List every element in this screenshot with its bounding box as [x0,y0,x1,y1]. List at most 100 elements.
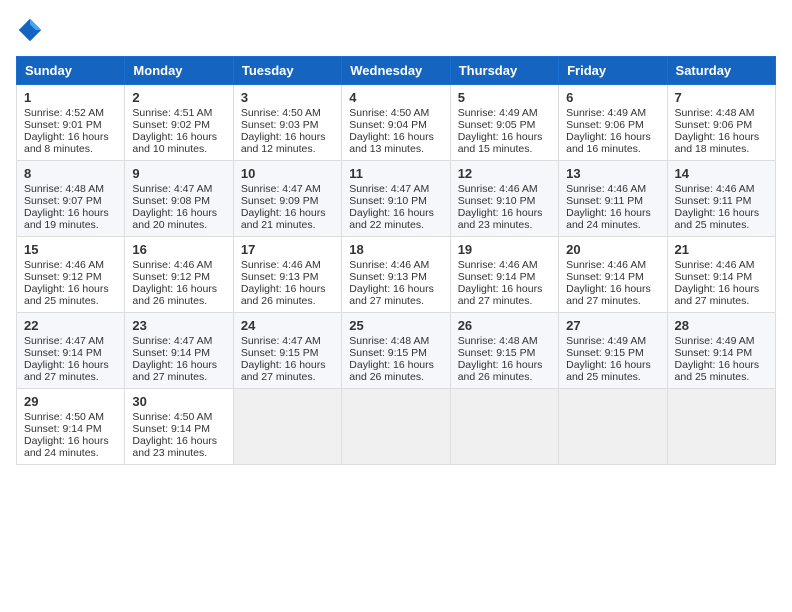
calendar-cell [450,389,558,465]
sunrise-label: Sunrise: 4:47 AM [241,183,321,195]
sunset-label: Sunset: 9:14 PM [132,423,210,435]
calendar-cell: 4Sunrise: 4:50 AMSunset: 9:04 PMDaylight… [342,85,450,161]
daylight-label: Daylight: 16 hours and 20 minutes. [132,207,217,231]
sunset-label: Sunset: 9:14 PM [458,271,536,283]
sunrise-label: Sunrise: 4:47 AM [24,335,104,347]
sunrise-label: Sunrise: 4:47 AM [241,335,321,347]
day-number: 13 [566,166,659,181]
daylight-label: Daylight: 16 hours and 15 minutes. [458,131,543,155]
day-number: 27 [566,318,659,333]
daylight-label: Daylight: 16 hours and 16 minutes. [566,131,651,155]
sunset-label: Sunset: 9:11 PM [566,195,643,207]
daylight-label: Daylight: 16 hours and 13 minutes. [349,131,434,155]
calendar-cell: 11Sunrise: 4:47 AMSunset: 9:10 PMDayligh… [342,161,450,237]
sunrise-label: Sunrise: 4:47 AM [132,335,212,347]
sunset-label: Sunset: 9:12 PM [132,271,210,283]
daylight-label: Daylight: 16 hours and 25 minutes. [675,359,760,383]
calendar-cell: 10Sunrise: 4:47 AMSunset: 9:09 PMDayligh… [233,161,341,237]
sunrise-label: Sunrise: 4:46 AM [24,259,104,271]
sunrise-label: Sunrise: 4:49 AM [566,107,646,119]
day-number: 14 [675,166,768,181]
calendar-cell: 27Sunrise: 4:49 AMSunset: 9:15 PMDayligh… [559,313,667,389]
calendar-cell: 1Sunrise: 4:52 AMSunset: 9:01 PMDaylight… [17,85,125,161]
day-number: 10 [241,166,334,181]
sunset-label: Sunset: 9:05 PM [458,119,536,131]
day-header-tuesday: Tuesday [233,57,341,85]
sunrise-label: Sunrise: 4:46 AM [675,259,755,271]
day-number: 7 [675,90,768,105]
calendar-cell: 25Sunrise: 4:48 AMSunset: 9:15 PMDayligh… [342,313,450,389]
calendar-cell: 9 Sunrise: 4:47 AMSunset: 9:08 PMDaylight… [125,161,233,237]
calendar-table: SundayMondayTuesdayWednesdayThursdayFrid… [16,56,776,465]
day-header-wednesday: Wednesday [342,57,450,85]
sunrise-label: Sunrise: 4:46 AM [458,259,538,271]
sunset-label: Sunset: 9:08 PM [132,195,210,207]
daylight-label: Daylight: 16 hours and 26 minutes. [132,283,217,307]
day-number: 28 [675,318,768,333]
calendar-cell: 29Sunrise: 4:50 AMSunset: 9:14 PMDayligh… [17,389,125,465]
sunset-label: Sunset: 9:09 PM [241,195,319,207]
daylight-label: Daylight: 16 hours and 27 minutes. [458,283,543,307]
daylight-label: Daylight: 16 hours and 8 minutes. [24,131,109,155]
sunrise-label: Sunrise: 4:48 AM [458,335,538,347]
sunset-label: Sunset: 9:14 PM [24,423,102,435]
daylight-label: Daylight: 16 hours and 27 minutes. [675,283,760,307]
calendar-cell: 22Sunrise: 4:47 AMSunset: 9:14 PMDayligh… [17,313,125,389]
day-number: 9 [132,166,225,181]
header-row: SundayMondayTuesdayWednesdayThursdayFrid… [17,57,776,85]
daylight-label: Daylight: 16 hours and 23 minutes. [458,207,543,231]
calendar-week-4: 22Sunrise: 4:47 AMSunset: 9:14 PMDayligh… [17,313,776,389]
calendar-cell [233,389,341,465]
calendar-cell: 16 Sunrise: 4:46 AMSunset: 9:12 PMDayligh… [125,237,233,313]
day-number: 5 [458,90,551,105]
daylight-label: Daylight: 16 hours and 19 minutes. [24,207,109,231]
calendar-cell: 18Sunrise: 4:46 AMSunset: 9:13 PMDayligh… [342,237,450,313]
sunset-label: Sunset: 9:02 PM [132,119,210,131]
daylight-label: Daylight: 16 hours and 25 minutes. [675,207,760,231]
sunrise-label: Sunrise: 4:50 AM [132,411,212,423]
calendar-cell: 14Sunrise: 4:46 AMSunset: 9:11 PMDayligh… [667,161,775,237]
calendar-cell: 6 Sunrise: 4:49 AMSunset: 9:06 PMDaylight… [559,85,667,161]
day-number: 8 [24,166,117,181]
day-number: 16 [132,242,225,257]
daylight-label: Daylight: 16 hours and 18 minutes. [675,131,760,155]
calendar-cell: 7Sunrise: 4:48 AMSunset: 9:06 PMDaylight… [667,85,775,161]
daylight-label: Daylight: 16 hours and 27 minutes. [349,283,434,307]
daylight-label: Daylight: 16 hours and 27 minutes. [241,359,326,383]
day-header-monday: Monday [125,57,233,85]
calendar-cell: 13Sunrise: 4:46 AMSunset: 9:11 PMDayligh… [559,161,667,237]
calendar-cell: 30Sunrise: 4:50 AMSunset: 9:14 PMDayligh… [125,389,233,465]
sunset-label: Sunset: 9:14 PM [675,271,753,283]
sunset-label: Sunset: 9:11 PM [675,195,752,207]
day-number: 3 [241,90,334,105]
day-number: 19 [458,242,551,257]
day-number: 24 [241,318,334,333]
calendar-cell: 28Sunrise: 4:49 AMSunset: 9:14 PMDayligh… [667,313,775,389]
sunrise-label: Sunrise: 4:50 AM [349,107,429,119]
sunrise-label: Sunrise: 4:50 AM [24,411,104,423]
sunrise-label: Sunrise: 4:46 AM [458,183,538,195]
day-number: 15 [24,242,117,257]
sunset-label: Sunset: 9:13 PM [241,271,319,283]
sunrise-label: Sunrise: 4:46 AM [241,259,321,271]
day-header-thursday: Thursday [450,57,558,85]
daylight-label: Daylight: 16 hours and 26 minutes. [349,359,434,383]
calendar-cell: 5Sunrise: 4:49 AMSunset: 9:05 PMDaylight… [450,85,558,161]
daylight-label: Daylight: 16 hours and 27 minutes. [24,359,109,383]
calendar-cell: 2Sunrise: 4:51 AMSunset: 9:02 PMDaylight… [125,85,233,161]
calendar-week-3: 15Sunrise: 4:46 AMSunset: 9:12 PMDayligh… [17,237,776,313]
sunset-label: Sunset: 9:06 PM [566,119,644,131]
sunset-label: Sunset: 9:10 PM [349,195,427,207]
sunrise-label: Sunrise: 4:47 AM [132,183,212,195]
calendar-cell: 17Sunrise: 4:46 AMSunset: 9:13 PMDayligh… [233,237,341,313]
daylight-label: Daylight: 16 hours and 22 minutes. [349,207,434,231]
sunrise-label: Sunrise: 4:51 AM [132,107,212,119]
sunrise-label: Sunrise: 4:46 AM [132,259,212,271]
daylight-label: Daylight: 16 hours and 25 minutes. [566,359,651,383]
calendar-body: 1Sunrise: 4:52 AMSunset: 9:01 PMDaylight… [17,85,776,465]
day-number: 6 [566,90,659,105]
calendar-cell: 3Sunrise: 4:50 AMSunset: 9:03 PMDaylight… [233,85,341,161]
daylight-label: Daylight: 16 hours and 23 minutes. [132,435,217,459]
sunrise-label: Sunrise: 4:49 AM [566,335,646,347]
day-number: 25 [349,318,442,333]
